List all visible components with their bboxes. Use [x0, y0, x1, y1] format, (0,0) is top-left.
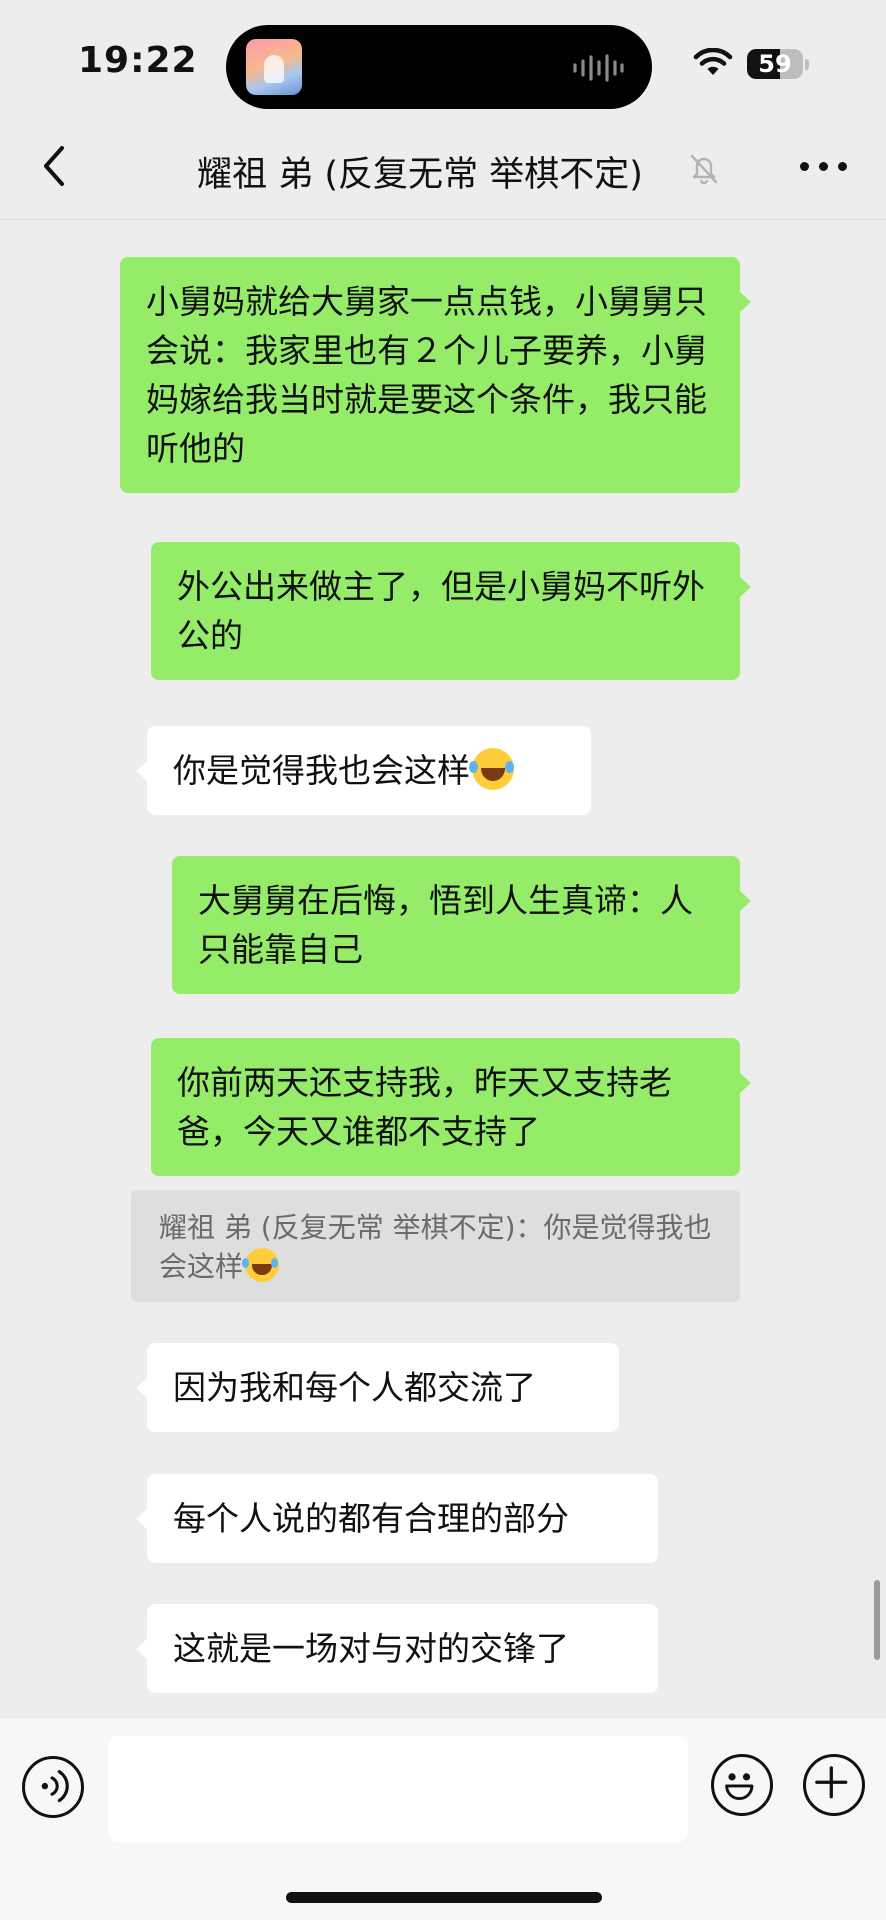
tears-of-joy-emoji: [469, 748, 514, 790]
message-bubble-sent[interactable]: 你前两天还支持我，昨天又支持老爸，今天又谁都不支持了: [151, 1038, 751, 1176]
album-artwork: [246, 39, 302, 95]
dynamic-island[interactable]: [226, 25, 652, 109]
more-dots-icon[interactable]: [796, 150, 852, 182]
message-text: 小舅妈就给大舅家一点点钱，小舅舅只会说：我家里也有２个儿子要养，小舅妈嫁给我当时…: [146, 282, 707, 468]
message-bubble-received[interactable]: 每个人说的都有合理的部分: [136, 1474, 658, 1563]
audio-waveform-icon: [573, 54, 624, 82]
message-text: 你前两天还支持我，昨天又支持老爸，今天又谁都不支持了: [177, 1063, 672, 1151]
home-indicator[interactable]: [286, 1892, 602, 1903]
scroll-indicator[interactable]: [874, 1580, 880, 1660]
message-bubble-received[interactable]: 你是觉得我也会这样: [136, 726, 591, 815]
message-bubble-sent[interactable]: 小舅妈就给大舅家一点点钱，小舅舅只会说：我家里也有２个儿子要养，小舅妈嫁给我当时…: [120, 257, 751, 493]
nav-bar: 耀祖 弟 (反复无常 举棋不定): [0, 112, 886, 220]
message-text: 因为我和每个人都交流了: [173, 1368, 536, 1407]
message-text: 每个人说的都有合理的部分: [173, 1499, 569, 1538]
quote-text: 耀祖 弟 (反复无常 举棋不定)：你是觉得我也会这样: [159, 1211, 712, 1283]
battery-cap: [805, 59, 809, 70]
chat-screen: 19:22 59 耀祖 弟 (反复无常 举棋不定) 小舅妈就给大舅家一点点钱，小…: [0, 0, 886, 1920]
message-text: 你是觉得我也会这样: [173, 751, 470, 790]
message-bubble-received[interactable]: 这就是一场对与对的交锋了: [136, 1604, 658, 1693]
message-text: 这就是一场对与对的交锋了: [173, 1629, 569, 1668]
plus-circle-icon[interactable]: [803, 1754, 865, 1816]
chat-title[interactable]: 耀祖 弟 (反复无常 举棋不定): [160, 146, 680, 197]
message-text: 大舅舅在后悔，悟到人生真谛：人只能靠自己: [198, 881, 693, 969]
status-time: 19:22: [78, 40, 198, 81]
bell-slash-icon: [690, 154, 718, 184]
message-bubble-sent[interactable]: 外公出来做主了，但是小舅妈不听外公的: [151, 542, 751, 680]
battery-indicator: 59: [747, 49, 803, 79]
input-bar: [0, 1718, 886, 1920]
smiley-icon[interactable]: [711, 1754, 773, 1816]
quoted-message[interactable]: 耀祖 弟 (反复无常 举棋不定)：你是觉得我也会这样: [131, 1190, 740, 1302]
message-text: 外公出来做主了，但是小舅妈不听外公的: [177, 567, 705, 655]
tears-of-joy-emoji: [242, 1248, 280, 1282]
wifi-icon: [693, 48, 733, 75]
message-input[interactable]: [108, 1736, 688, 1842]
voice-icon[interactable]: [22, 1756, 84, 1818]
chevron-left-icon[interactable]: [32, 142, 80, 190]
battery-level: 59: [758, 50, 792, 78]
message-bubble-received[interactable]: 因为我和每个人都交流了: [136, 1343, 619, 1432]
message-bubble-sent[interactable]: 大舅舅在后悔，悟到人生真谛：人只能靠自己: [172, 856, 751, 994]
